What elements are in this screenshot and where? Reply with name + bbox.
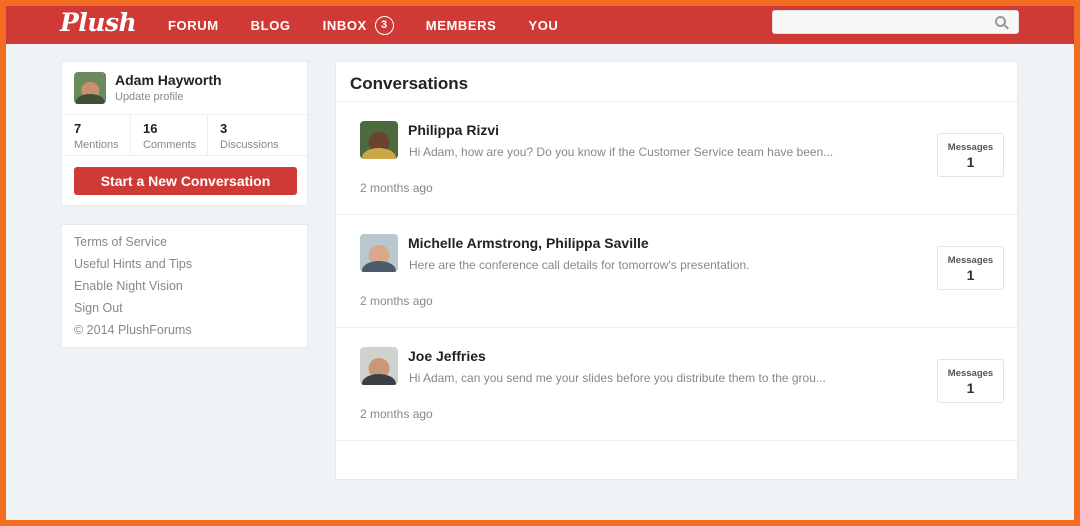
- stat-mentions-label: Mentions: [74, 139, 119, 151]
- stat-mentions[interactable]: 7 Mentions: [62, 115, 131, 155]
- conversation-participants[interactable]: Philippa Rizvi: [408, 122, 499, 138]
- conversation-preview: Hi Adam, how are you? Do you know if the…: [409, 145, 834, 159]
- conversations-panel: Conversations Philippa Rizvi Hi Adam, ho…: [335, 61, 1018, 480]
- nav-inbox-label: INBOX: [322, 17, 367, 33]
- messages-count: 1: [966, 267, 975, 283]
- conversation-preview: Hi Adam, can you send me your slides bef…: [409, 371, 826, 385]
- profile-card: Adam Hayworth Update profile 7 Mentions …: [61, 61, 308, 206]
- stat-comments[interactable]: 16 Comments: [131, 115, 208, 155]
- conversation-item[interactable]: Joe Jeffries Hi Adam, can you send me yo…: [336, 328, 1017, 441]
- message-count-badge: Messages 1: [937, 359, 1004, 403]
- messages-label: Messages: [947, 142, 994, 153]
- start-new-conversation-button[interactable]: Start a New Conversation: [74, 167, 297, 195]
- search-input[interactable]: [773, 11, 983, 33]
- page-title: Conversations: [350, 74, 469, 93]
- messages-count: 1: [966, 380, 975, 396]
- avatar-body: [361, 373, 397, 385]
- nav-members-label: MEMBERS: [425, 17, 497, 33]
- top-navigation-bar: Plush FORUM BLOG INBOX 3 MEMBERS YOU: [6, 6, 1074, 44]
- conversation-time: 2 months ago: [360, 294, 433, 308]
- search-icon[interactable]: [995, 16, 1006, 27]
- stat-comments-value: 16: [143, 121, 158, 136]
- night-vision-link[interactable]: Enable Night Vision: [74, 279, 295, 301]
- stat-discussions-label: Discussions: [220, 139, 279, 151]
- conversation-time: 2 months ago: [360, 407, 433, 421]
- participant-avatar[interactable]: [360, 347, 398, 385]
- message-count-badge: Messages 1: [937, 133, 1004, 177]
- main-nav: FORUM BLOG INBOX 3 MEMBERS YOU: [168, 6, 590, 44]
- stat-mentions-value: 7: [74, 121, 82, 136]
- messages-label: Messages: [947, 255, 994, 266]
- inbox-count-badge: 3: [374, 15, 394, 35]
- user-stats: 7 Mentions 16 Comments 3 Discussions: [62, 114, 307, 156]
- site-logo[interactable]: Plush: [60, 8, 137, 37]
- footer-links: Terms of Service Useful Hints and Tips E…: [61, 224, 308, 348]
- conversation-preview: Here are the conference call details for…: [409, 258, 750, 272]
- stat-discussions-value: 3: [220, 121, 228, 136]
- participant-avatar[interactable]: [360, 121, 398, 159]
- nav-blog[interactable]: BLOG: [251, 18, 291, 33]
- update-profile-link[interactable]: Update profile: [115, 91, 184, 103]
- nav-members[interactable]: MEMBERS: [426, 18, 497, 33]
- nav-forum[interactable]: FORUM: [168, 18, 219, 33]
- avatar-body: [361, 260, 397, 272]
- message-count-badge: Messages 1: [937, 246, 1004, 290]
- search-box: [772, 10, 1019, 34]
- nav-you-label: YOU: [528, 17, 559, 33]
- stat-comments-label: Comments: [143, 139, 197, 151]
- sign-out-link[interactable]: Sign Out: [74, 301, 295, 323]
- nav-forum-label: FORUM: [168, 17, 219, 33]
- nav-inbox[interactable]: INBOX 3: [322, 15, 394, 35]
- copyright: © 2014 PlushForums: [74, 323, 192, 337]
- avatar-body: [75, 94, 105, 104]
- conversation-time: 2 months ago: [360, 181, 433, 195]
- user-avatar[interactable]: [74, 72, 106, 104]
- conversation-participants[interactable]: Michelle Armstrong, Philippa Saville: [408, 235, 649, 251]
- conversation-participants[interactable]: Joe Jeffries: [408, 348, 486, 364]
- terms-of-service-link[interactable]: Terms of Service: [74, 235, 295, 257]
- stat-discussions[interactable]: 3 Discussions: [208, 115, 307, 155]
- avatar-body: [361, 147, 397, 159]
- user-name[interactable]: Adam Hayworth: [115, 72, 222, 88]
- hints-tips-link[interactable]: Useful Hints and Tips: [74, 257, 295, 279]
- messages-label: Messages: [947, 368, 994, 379]
- conversation-item[interactable]: Michelle Armstrong, Philippa Saville Her…: [336, 215, 1017, 328]
- participant-avatar[interactable]: [360, 234, 398, 272]
- messages-count: 1: [966, 154, 975, 170]
- nav-you[interactable]: YOU: [528, 18, 558, 33]
- nav-blog-label: BLOG: [250, 17, 291, 33]
- conversation-item[interactable]: Philippa Rizvi Hi Adam, how are you? Do …: [336, 102, 1017, 215]
